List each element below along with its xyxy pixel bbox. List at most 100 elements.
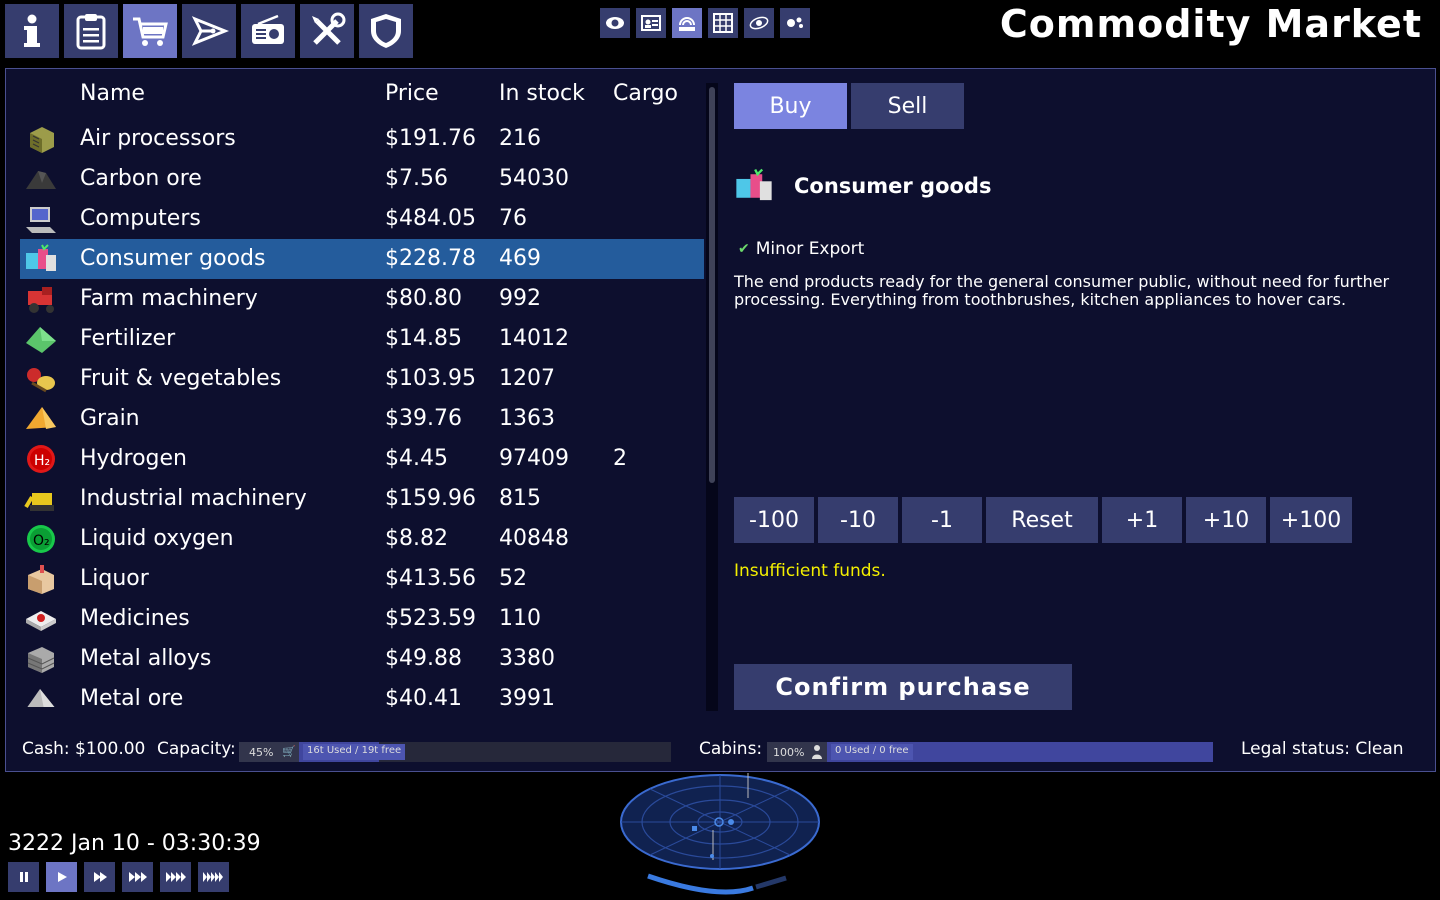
speed-1-button[interactable] [84,862,115,892]
header-cargo[interactable]: Cargo [613,81,678,106]
air-processors-icon [30,127,54,153]
header-price[interactable]: Price [385,81,439,106]
fruit-vegetables-icon [27,368,55,393]
orbit-icon [749,16,769,30]
view-toolbar [600,8,810,38]
legal-status: Legal status: Clean [1241,739,1404,759]
industrial-machinery-icon [24,493,54,511]
time-controls [8,862,229,892]
fast-3-icon [165,872,186,882]
ship-icon [191,16,229,46]
fast-1-icon [93,872,107,882]
table-row[interactable]: Liquor $413.56 52 [20,559,704,599]
capacity-bar: 45% 🛒 16t Used / 19t free [239,742,671,762]
play-button[interactable] [46,862,77,892]
main-toolbar [5,4,413,58]
table-row[interactable]: Metal alloys $49.88 3380 [20,639,704,679]
radar-scanner[interactable] [618,770,822,896]
table-row[interactable]: Air processors $191.76 216 [20,119,704,159]
tab-buy[interactable]: Buy [734,83,847,129]
table-row[interactable]: Fertilizer $14.85 14012 [20,319,704,359]
list-header: Name Price In stock Cargo [20,81,704,111]
table-row[interactable]: Medicines $523.59 110 [20,599,704,639]
fast-2-icon [128,872,147,882]
table-row[interactable]: Industrial machinery $159.96 815 [20,479,704,519]
export-status-label: Minor Export [755,239,865,259]
comms-button[interactable] [241,4,295,58]
trade-panel: Buy Sell Consumer goods ✔ Minor Export T… [734,83,1424,723]
scrollbar-thumb[interactable] [709,87,715,483]
qty-minus-1-button[interactable]: -1 [902,497,982,543]
market-button[interactable] [123,4,177,58]
qty-reset-button[interactable]: Reset [986,497,1098,543]
qty-plus-1-button[interactable]: +1 [1102,497,1182,543]
tools-icon [312,12,346,45]
speed-3-button[interactable] [160,862,191,892]
shipyard-button[interactable] [182,4,236,58]
metal-alloys-icon [27,647,55,673]
police-button[interactable] [359,4,413,58]
table-row[interactable]: Computers $484.05 76 [20,199,704,239]
header-name[interactable]: Name [80,81,145,106]
cabins-used-label: 0 Used / 0 free [831,744,913,760]
eye-icon [606,17,624,29]
table-row[interactable]: Farm machinery $80.80 992 [20,279,704,319]
status-bar: Cash: $100.00 Capacity: 45% 🛒 16t Used /… [6,733,1437,767]
view-button-eye[interactable] [600,8,630,38]
table-row[interactable]: Grain $39.76 1363 [20,399,704,439]
export-status: ✔ Minor Export [738,239,864,259]
funds-warning: Insufficient funds. [734,561,886,581]
satellite-icon [679,17,695,31]
missions-button[interactable] [64,4,118,58]
capacity-label: Capacity: [157,739,236,759]
table-row-selected[interactable]: Consumer goods $228.78 469 [20,239,704,279]
trade-tabs: Buy Sell [734,83,964,129]
header-stock[interactable]: In stock [499,81,585,106]
grid-icon [713,13,733,33]
table-row[interactable]: O₂ Liquid oxygen $8.82 40848 [20,519,704,559]
carbon-ore-icon [26,171,56,189]
info-button[interactable] [5,4,59,58]
qty-plus-100-button[interactable]: +100 [1270,497,1352,543]
view-button-sector[interactable] [708,8,738,38]
selected-item-name: Consumer goods [794,174,992,198]
list-scrollbar[interactable] [706,83,718,711]
table-row[interactable]: Fruit & vegetables $103.95 1207 [20,359,704,399]
view-button-map[interactable] [672,8,702,38]
farm-machinery-icon [28,287,54,313]
commodity-list: Name Price In stock Cargo Air processors… [20,77,704,707]
selected-item: Consumer goods [734,167,991,205]
table-row[interactable]: Carbon ore $7.56 54030 [20,159,704,199]
speed-4-button[interactable] [198,862,229,892]
bubbles-icon [787,17,803,28]
equipment-button[interactable] [300,4,354,58]
view-button-character[interactable] [636,8,666,38]
pause-button[interactable] [8,862,39,892]
cart-icon [133,17,168,46]
computers-icon [26,207,56,233]
cash-label: Cash: $100.00 [22,739,146,759]
cabins-label: Cabins: [699,739,763,759]
cargo-icon: 🛒 [282,745,296,758]
person-icon [811,744,823,760]
grain-icon [26,407,56,429]
quantity-controls: -100 -10 -1 Reset +1 +10 +100 [734,497,1352,543]
hydrogen-icon: H₂ [27,445,55,473]
id-card-icon [641,15,661,31]
speed-2-button[interactable] [122,862,153,892]
liquor-icon [28,565,54,594]
table-row[interactable]: H₂ Hydrogen $4.45 97409 2 [20,439,704,479]
view-button-chat[interactable] [780,8,810,38]
tab-sell[interactable]: Sell [851,83,964,129]
confirm-purchase-button[interactable]: Confirm purchase [734,664,1072,710]
qty-minus-10-button[interactable]: -10 [818,497,898,543]
consumer-goods-icon [26,244,56,271]
pause-icon [19,872,28,882]
game-datetime: 3222 Jan 10 - 03:30:39 [8,831,261,856]
table-row[interactable]: Metal ore $40.41 3991 [20,679,704,707]
market-panel: Name Price In stock Cargo Air processors… [5,68,1436,772]
qty-plus-10-button[interactable]: +10 [1186,497,1266,543]
clipboard-icon [76,14,106,50]
view-button-system[interactable] [744,8,774,38]
qty-minus-100-button[interactable]: -100 [734,497,814,543]
